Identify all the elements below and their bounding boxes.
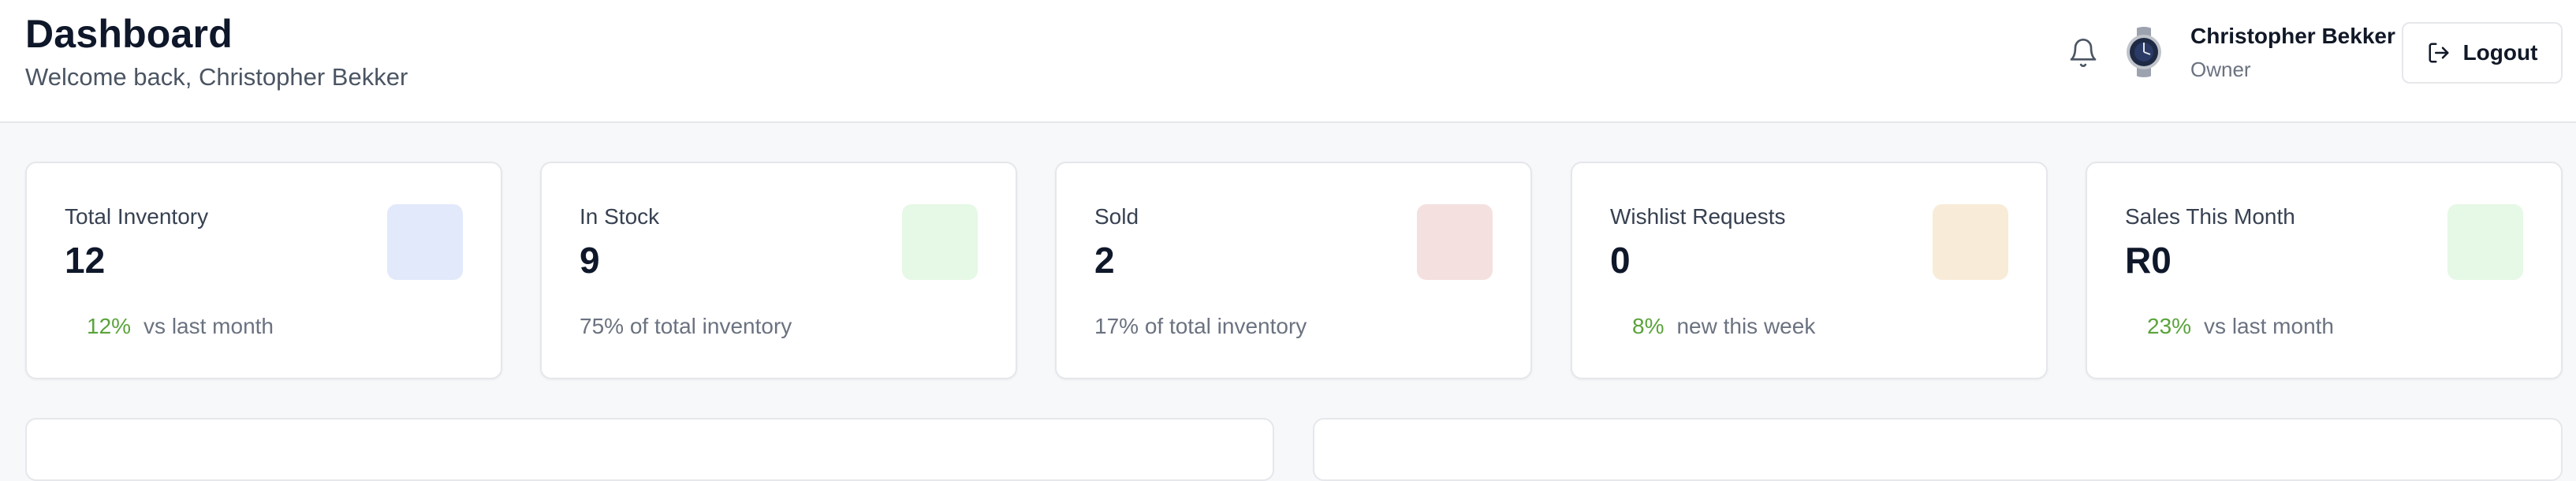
stat-footer: 23% vs last month — [2147, 314, 2334, 339]
stat-title: In Stock — [580, 204, 660, 229]
stat-footer: 8% new this week — [1632, 314, 1815, 339]
stat-footer: 17% of total inventory — [1094, 314, 1307, 338]
stat-card-sales: Sales This Month R0 23% vs last month — [2086, 162, 2563, 379]
stat-card-sold: Sold 2 17% of total inventory — [1055, 162, 1532, 379]
trend-value: 12% — [87, 314, 132, 338]
stat-value: 2 — [1094, 240, 1115, 281]
logout-button[interactable]: Logout — [2402, 22, 2563, 84]
stat-value: 9 — [580, 240, 600, 281]
stat-footer: 75% of total inventory — [580, 314, 792, 338]
user-role: Owner — [2190, 58, 2251, 81]
trend-value: 8% — [1632, 314, 1665, 338]
user-name: Christopher Bekker — [2190, 24, 2395, 48]
stat-footer: 12% vs last month — [87, 314, 274, 339]
stock-icon — [902, 204, 978, 280]
bell-icon[interactable] — [2067, 37, 2099, 69]
top-header: Dashboard Welcome back, Christopher Bekk… — [0, 0, 2576, 123]
logout-icon — [2429, 43, 2449, 63]
welcome-subtitle: Welcome back, Christopher Bekker — [25, 63, 408, 91]
stat-card-wishlist: Wishlist Requests 0 8% new this week — [1571, 162, 2048, 379]
avatar[interactable] — [2121, 27, 2167, 77]
stat-card-in-stock: In Stock 9 75% of total inventory — [540, 162, 1017, 379]
sales-icon — [2447, 204, 2523, 280]
sold-icon — [1417, 204, 1493, 280]
logout-label: Logout — [2462, 40, 2538, 65]
stat-title: Wishlist Requests — [1610, 204, 1786, 229]
trend-caption: vs last month — [2204, 314, 2334, 338]
stat-card-total-inventory: Total Inventory 12 12% vs last month — [25, 162, 502, 379]
stat-value: R0 — [2125, 240, 2172, 281]
content-panel-right — [1313, 418, 2563, 481]
page-title: Dashboard — [25, 12, 233, 56]
stat-title: Sales This Month — [2125, 204, 2295, 229]
wishlist-icon — [1933, 204, 2008, 280]
content-panel-left — [25, 418, 1274, 481]
stat-value: 0 — [1610, 240, 1631, 281]
inventory-icon — [387, 204, 463, 280]
trend-caption: vs last month — [144, 314, 274, 338]
trend-caption: new this week — [1676, 314, 1816, 338]
stat-title: Sold — [1094, 204, 1139, 229]
stat-value: 12 — [65, 240, 106, 281]
trend-value: 23% — [2147, 314, 2192, 338]
stat-title: Total Inventory — [65, 204, 209, 229]
